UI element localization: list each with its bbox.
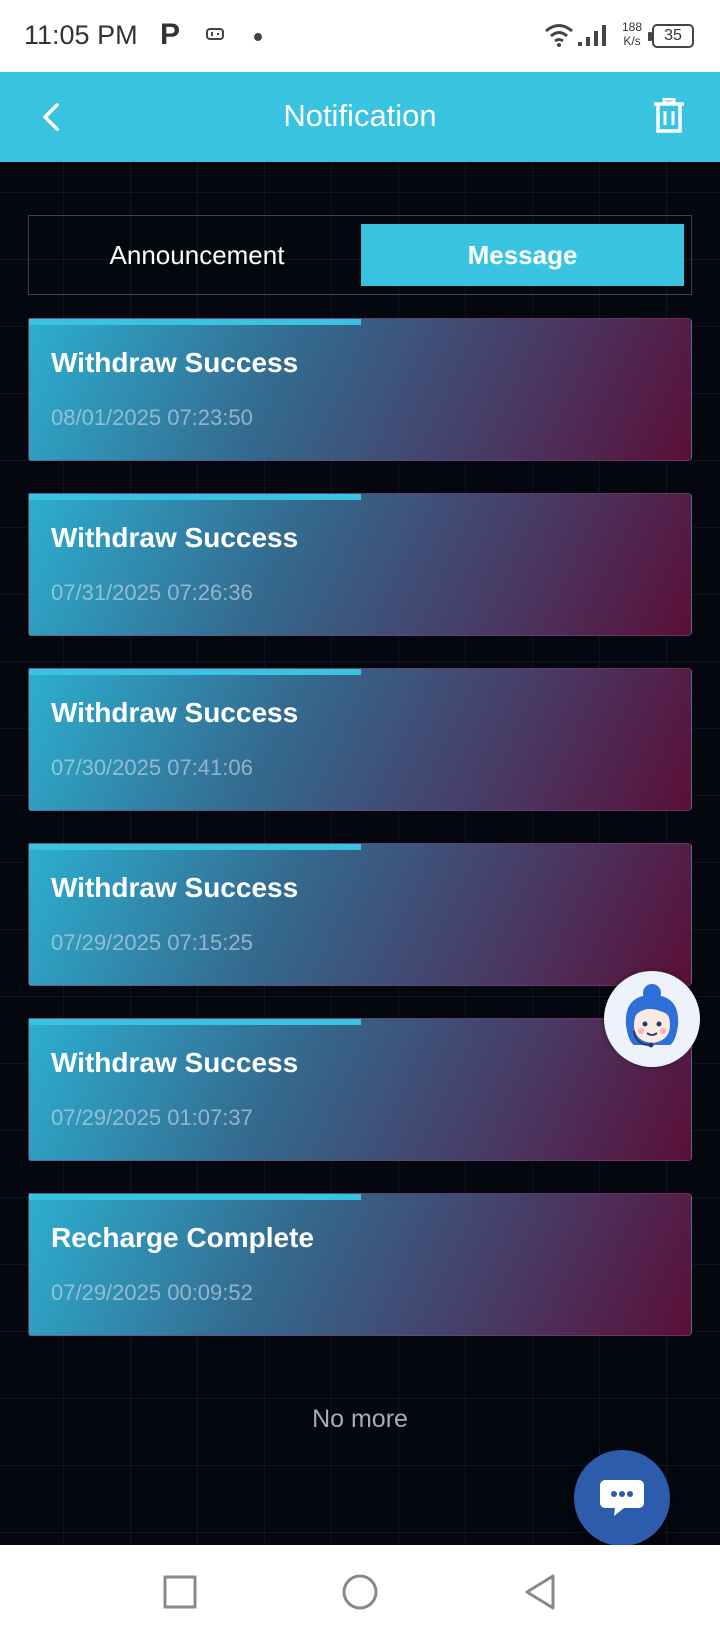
network-speed-value: 188 [621, 20, 643, 34]
message-item[interactable]: Withdraw Success 07/29/2025 01:07:37 [28, 1018, 692, 1161]
message-item[interactable]: Withdraw Success 07/30/2025 07:41:06 [28, 668, 692, 811]
nav-back-button[interactable] [517, 1569, 563, 1615]
recents-square-icon [163, 1575, 197, 1609]
message-title: Withdraw Success [51, 1047, 299, 1078]
message-title: Withdraw Success [51, 697, 299, 728]
home-circle-icon [342, 1574, 378, 1610]
message-title: Withdraw Success [51, 347, 299, 378]
system-nav-bar [0, 1545, 720, 1640]
no-more-label: No more [312, 1405, 408, 1433]
message-item[interactable]: Withdraw Success 07/29/2025 07:15:25 [28, 843, 692, 986]
tab-message[interactable]: Message [361, 224, 684, 286]
message-time: 07/29/2025 07:15:25 [51, 930, 253, 955]
message-time: 07/31/2025 07:26:36 [51, 580, 253, 605]
customer-service-avatar-icon [625, 984, 679, 1048]
notification-content[interactable]: Announcement Message Withdraw Success 08… [0, 162, 720, 1545]
chat-button[interactable] [574, 1450, 670, 1545]
network-speed-unit: K/s [623, 34, 641, 48]
battery-icon: 35 [648, 24, 694, 48]
message-list: Withdraw Success 08/01/2025 07:23:50 Wit… [28, 318, 692, 1368]
network-speed: 188 K/s [618, 20, 646, 48]
tab-announcement[interactable]: Announcement [37, 224, 357, 286]
home-button[interactable] [337, 1569, 383, 1615]
message-time: 07/29/2025 01:07:37 [51, 1105, 253, 1130]
tab-bar: Announcement Message [28, 215, 692, 295]
recents-button[interactable] [157, 1569, 203, 1615]
delete-all-button[interactable] [646, 92, 692, 140]
signal-icon [576, 24, 606, 53]
page-title: Notification [283, 98, 437, 133]
carrier-p-icon: P [160, 18, 181, 51]
message-time: 07/29/2025 00:09:52 [51, 1280, 253, 1305]
app-header: Notification [0, 72, 720, 162]
chat-bubble-icon [600, 1480, 644, 1516]
message-title: Recharge Complete [51, 1222, 314, 1253]
message-title: Withdraw Success [51, 872, 299, 903]
back-triangle-icon [525, 1574, 555, 1610]
notification-dot-icon [254, 33, 262, 41]
customer-service-button[interactable] [604, 971, 700, 1067]
game-controller-icon [206, 26, 224, 47]
message-time: 08/01/2025 07:23:50 [51, 405, 253, 430]
message-item[interactable]: Withdraw Success 08/01/2025 07:23:50 [28, 318, 692, 461]
message-time: 07/30/2025 07:41:06 [51, 755, 253, 780]
wifi-icon [544, 22, 574, 53]
status-time: 11:05 PM [24, 20, 138, 50]
status-bar: 11:05 PM P 188 K/s 35 [0, 0, 720, 72]
message-title: Withdraw Success [51, 522, 299, 553]
trash-icon [654, 98, 684, 133]
message-item[interactable]: Recharge Complete 07/29/2025 00:09:52 [28, 1193, 692, 1336]
message-item[interactable]: Withdraw Success 07/31/2025 07:26:36 [28, 493, 692, 636]
